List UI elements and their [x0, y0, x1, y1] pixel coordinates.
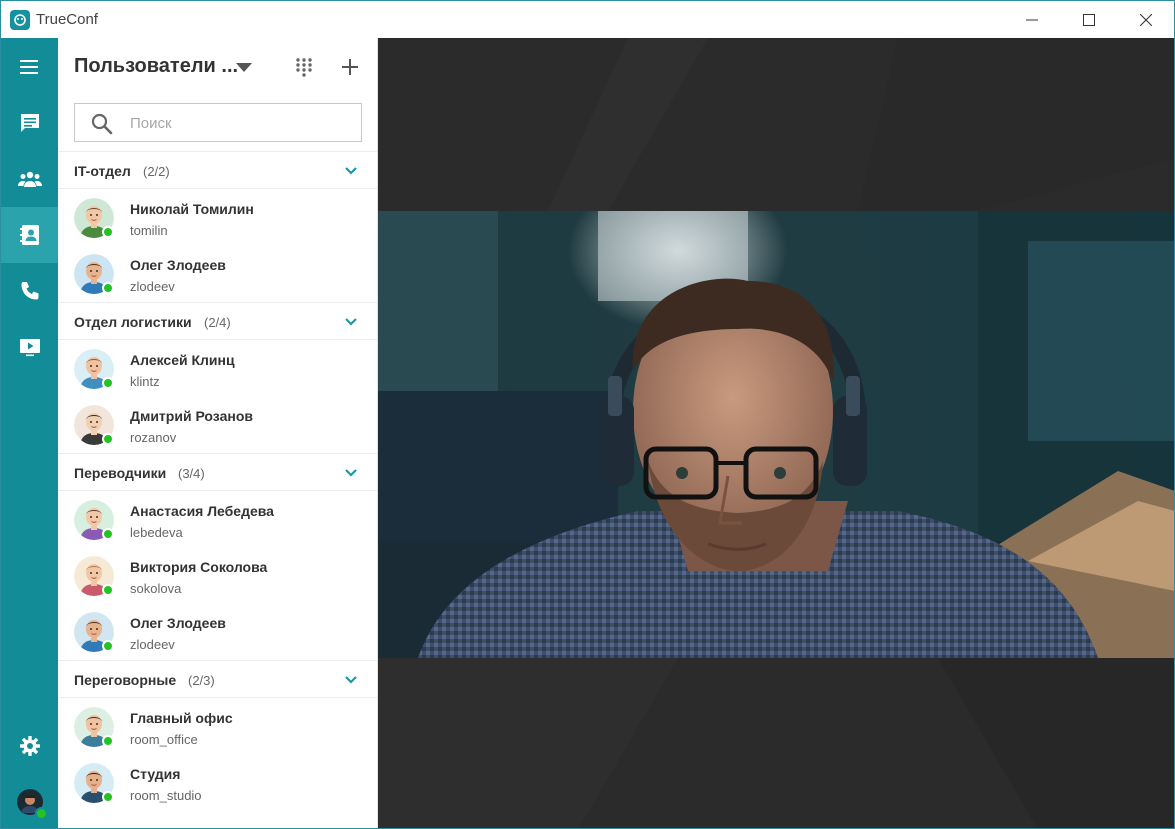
contact-name: Дмитрий Розанов	[130, 408, 253, 424]
caret-down-icon[interactable]	[236, 63, 252, 73]
contact-name: Олег Злодеев	[130, 257, 226, 273]
contact-name: Анастасия Лебедева	[130, 503, 274, 519]
group-header[interactable]: Переговорные (2/3)	[58, 660, 377, 698]
group-count: (2/2)	[143, 164, 170, 179]
minimize-button[interactable]	[1003, 1, 1060, 38]
search-input[interactable]: Поиск	[130, 115, 172, 132]
panel-title[interactable]: Пользователи ...	[74, 55, 238, 78]
contacts-panel: Пользователи ... Поиск IT-отдел (2/2) Нико…	[58, 38, 378, 828]
app-title: TrueConf	[36, 11, 98, 28]
video-frame	[378, 211, 1174, 658]
contact-name: Виктория Соколова	[130, 559, 268, 575]
contact-item[interactable]: Олег Злодеев zlodeev	[58, 246, 377, 302]
online-status-dot	[102, 226, 114, 238]
contact-login: room_office	[130, 732, 198, 747]
group-name: Переводчики	[74, 465, 167, 481]
contact-item[interactable]: Главный офис room_office	[58, 699, 377, 755]
online-status-dot	[102, 584, 114, 596]
chevron-down-icon[interactable]	[344, 315, 358, 329]
online-status-dot	[102, 528, 114, 540]
online-status-dot	[102, 791, 114, 803]
contact-item[interactable]: Николай Томилин tomilin	[58, 190, 377, 246]
search-icon	[91, 113, 113, 135]
nav-contacts-button[interactable]	[1, 207, 58, 263]
panel-header: Пользователи ...	[58, 38, 377, 98]
gear-icon	[19, 736, 40, 756]
close-button[interactable]	[1117, 1, 1174, 38]
maximize-button[interactable]	[1060, 1, 1117, 38]
dialpad-icon[interactable]	[295, 57, 313, 77]
contact-login: sokolova	[130, 581, 182, 596]
nav-groups-button[interactable]	[1, 151, 58, 207]
minimize-icon	[1025, 19, 1038, 20]
title-bar: TrueConf	[1, 1, 1174, 38]
nav-menu-button[interactable]	[1, 39, 58, 95]
online-status-dot	[102, 282, 114, 294]
app-window: TrueConf Пользователи ... Поиск IT-отдел…	[0, 0, 1175, 829]
contact-name: Олег Злодеев	[130, 615, 226, 631]
contact-item[interactable]: Алексей Клинц klintz	[58, 341, 377, 397]
group-name: Отдел логистики	[74, 314, 192, 330]
remote-video-feed[interactable]	[378, 211, 1174, 658]
chevron-down-icon[interactable]	[344, 164, 358, 178]
group-icon	[17, 171, 42, 187]
hamburger-menu-icon	[19, 60, 38, 74]
contact-item[interactable]: Анастасия Лебедева lebedeva	[58, 492, 377, 548]
chevron-down-icon[interactable]	[344, 466, 358, 480]
group-header[interactable]: Переводчики (3/4)	[58, 453, 377, 491]
contact-item[interactable]: Дмитрий Розанов rozanov	[58, 397, 377, 453]
contact-name: Студия	[130, 766, 181, 782]
contact-item[interactable]: Виктория Соколова sokolova	[58, 548, 377, 604]
group-name: Переговорные	[74, 672, 177, 688]
nav-conferences-button[interactable]	[1, 319, 58, 375]
contact-name: Главный офис	[130, 710, 233, 726]
address-book-icon	[19, 225, 39, 245]
contact-item[interactable]: Студия room_studio	[58, 755, 377, 811]
nav-calls-button[interactable]	[1, 263, 58, 319]
close-icon	[1139, 13, 1152, 26]
contact-login: klintz	[130, 374, 160, 389]
settings-button[interactable]	[1, 718, 58, 774]
group-count: (2/4)	[204, 315, 231, 330]
group-count: (3/4)	[178, 466, 205, 481]
nav-chats-button[interactable]	[1, 95, 58, 151]
contact-login: tomilin	[130, 223, 168, 238]
phone-icon	[21, 282, 38, 300]
group-header[interactable]: Отдел логистики (2/4)	[58, 302, 377, 340]
online-status-dot	[102, 433, 114, 445]
contact-name: Алексей Клинц	[130, 352, 235, 368]
online-status-dot	[102, 640, 114, 652]
user-profile-button[interactable]	[1, 774, 58, 828]
chevron-down-icon[interactable]	[344, 673, 358, 687]
group-header[interactable]: IT-отдел (2/2)	[58, 151, 377, 189]
trueconf-logo-icon	[10, 9, 30, 30]
chat-icon	[20, 114, 39, 132]
online-status-dot	[102, 377, 114, 389]
contact-name: Николай Томилин	[130, 201, 254, 217]
nav-rail	[1, 38, 58, 828]
group-name: IT-отдел	[74, 163, 131, 179]
plus-icon[interactable]	[342, 59, 358, 75]
contact-item[interactable]: Олег Злодеев zlodeev	[58, 604, 377, 660]
presentation-icon	[19, 339, 40, 357]
video-stage	[378, 38, 1174, 828]
contact-login: zlodeev	[130, 279, 175, 294]
contact-login: room_studio	[130, 788, 202, 803]
contact-login: rozanov	[130, 430, 177, 445]
online-status-dot	[102, 735, 114, 747]
user-status-dot	[34, 807, 48, 820]
group-count: (2/3)	[188, 673, 215, 688]
search-box[interactable]: Поиск	[74, 103, 362, 142]
maximize-icon	[1082, 13, 1095, 26]
contact-login: zlodeev	[130, 637, 175, 652]
contact-login: lebedeva	[130, 525, 183, 540]
